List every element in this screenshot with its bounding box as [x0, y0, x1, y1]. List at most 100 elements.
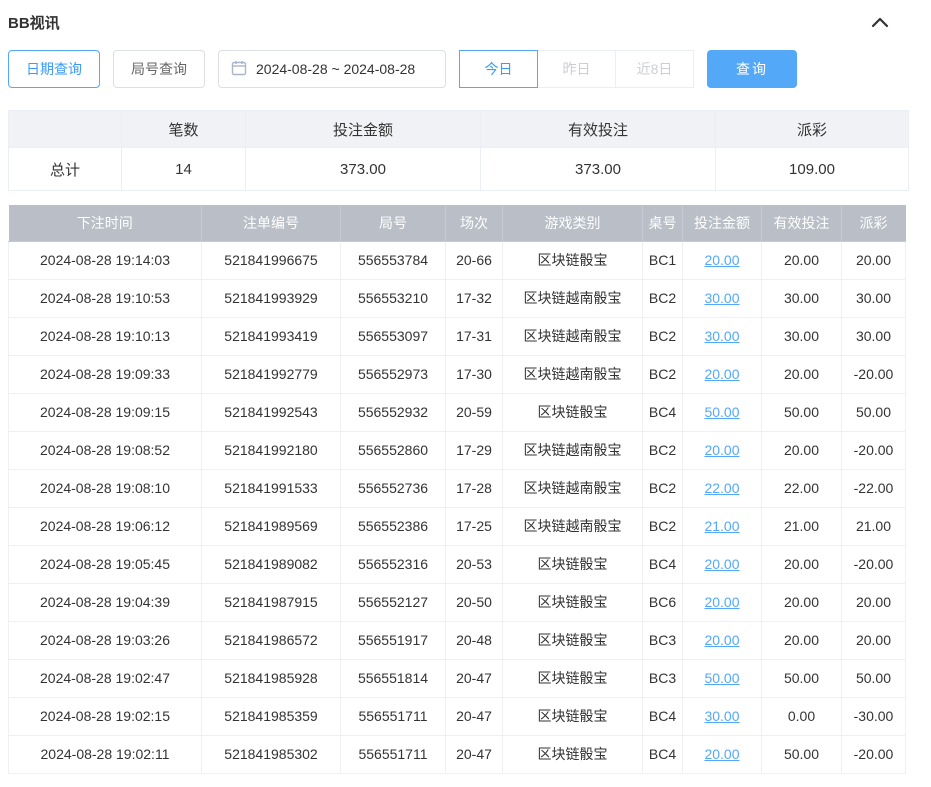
cell-bet-time: 2024-08-28 19:05:45: [9, 545, 202, 583]
bet-amount-link[interactable]: 30.00: [704, 290, 739, 306]
cell-round-id: 556552973: [341, 355, 446, 393]
cell-bet-amount: 20.00: [683, 735, 762, 773]
cell-order-id: 521841985302: [202, 735, 341, 773]
cell-bet-time: 2024-08-28 19:09:33: [9, 355, 202, 393]
table-row: 2024-08-28 19:08:52521841992180556552860…: [9, 431, 906, 469]
cell-session: 20-47: [446, 697, 503, 735]
cell-game-type: 区块链骰宝: [503, 659, 643, 697]
range-today-button[interactable]: 今日: [459, 50, 538, 88]
bet-amount-link[interactable]: 50.00: [704, 670, 739, 686]
cell-order-id: 521841993929: [202, 279, 341, 317]
cell-round-id: 556551711: [341, 697, 446, 735]
cell-session: 20-47: [446, 659, 503, 697]
cell-table-no: BC3: [643, 621, 683, 659]
cell-bet-amount: 30.00: [683, 279, 762, 317]
date-query-button[interactable]: 日期查询: [8, 50, 100, 88]
cell-payout: 20.00: [842, 241, 906, 279]
bet-table: 下注时间 注单编号 局号 场次 游戏类别 桌号 投注金额 有效投注 派彩 202…: [8, 205, 906, 774]
cell-game-type: 区块链骰宝: [503, 583, 643, 621]
table-row: 2024-08-28 19:09:15521841992543556552932…: [9, 393, 906, 431]
cell-round-id: 556552127: [341, 583, 446, 621]
header-bar: BB视讯: [8, 8, 923, 36]
date-range-input[interactable]: 2024-08-28 ~ 2024-08-28: [218, 50, 446, 88]
page-title: BB视讯: [8, 12, 60, 33]
summary-col-count: 笔数: [122, 111, 246, 148]
bet-amount-link[interactable]: 20.00: [704, 632, 739, 648]
cell-order-id: 521841989082: [202, 545, 341, 583]
cell-session: 20-50: [446, 583, 503, 621]
bet-amount-link[interactable]: 30.00: [704, 328, 739, 344]
cell-valid-bet: 20.00: [762, 431, 842, 469]
table-row: 2024-08-28 19:08:10521841991533556552736…: [9, 469, 906, 507]
cell-order-id: 521841987915: [202, 583, 341, 621]
cell-payout: -22.00: [842, 469, 906, 507]
bet-amount-link[interactable]: 20.00: [704, 746, 739, 762]
cell-payout: -20.00: [842, 545, 906, 583]
cell-valid-bet: 21.00: [762, 507, 842, 545]
cell-game-type: 区块链骰宝: [503, 735, 643, 773]
cell-table-no: BC2: [643, 469, 683, 507]
cell-order-id: 521841991533: [202, 469, 341, 507]
cell-payout: 50.00: [842, 393, 906, 431]
col-order-id: 注单编号: [202, 205, 341, 241]
round-query-button[interactable]: 局号查询: [113, 50, 205, 88]
cell-table-no: BC6: [643, 583, 683, 621]
table-row: 2024-08-28 19:10:13521841993419556553097…: [9, 317, 906, 355]
cell-session: 20-59: [446, 393, 503, 431]
cell-payout: 20.00: [842, 583, 906, 621]
cell-bet-time: 2024-08-28 19:09:15: [9, 393, 202, 431]
col-valid-bet: 有效投注: [762, 205, 842, 241]
table-row: 2024-08-28 19:02:11521841985302556551711…: [9, 735, 906, 773]
cell-bet-amount: 20.00: [683, 621, 762, 659]
cell-payout: -20.00: [842, 431, 906, 469]
calendar-icon: [231, 60, 247, 79]
summary-total-label: 总计: [9, 148, 122, 191]
collapse-button[interactable]: [867, 13, 893, 32]
cell-round-id: 556551917: [341, 621, 446, 659]
table-row: 2024-08-28 19:04:39521841987915556552127…: [9, 583, 906, 621]
bet-amount-link[interactable]: 22.00: [704, 480, 739, 496]
cell-payout: -20.00: [842, 735, 906, 773]
bet-amount-link[interactable]: 20.00: [704, 594, 739, 610]
cell-order-id: 521841989569: [202, 507, 341, 545]
summary-table: 笔数 投注金额 有效投注 派彩 总计 14 373.00 373.00 109.…: [8, 110, 909, 191]
cell-session: 20-48: [446, 621, 503, 659]
cell-session: 17-31: [446, 317, 503, 355]
cell-bet-amount: 50.00: [683, 393, 762, 431]
bet-amount-link[interactable]: 20.00: [704, 556, 739, 572]
bet-amount-link[interactable]: 50.00: [704, 404, 739, 420]
col-game-type: 游戏类别: [503, 205, 643, 241]
cell-table-no: BC2: [643, 317, 683, 355]
cell-game-type: 区块链越南骰宝: [503, 355, 643, 393]
bet-table-body: 2024-08-28 19:14:03521841996675556553784…: [9, 241, 906, 773]
cell-bet-amount: 20.00: [683, 241, 762, 279]
cell-bet-amount: 50.00: [683, 659, 762, 697]
cell-game-type: 区块链骰宝: [503, 621, 643, 659]
cell-round-id: 556551814: [341, 659, 446, 697]
cell-order-id: 521841996675: [202, 241, 341, 279]
col-payout: 派彩: [842, 205, 906, 241]
bet-amount-link[interactable]: 20.00: [704, 366, 739, 382]
cell-table-no: BC2: [643, 431, 683, 469]
bet-amount-link[interactable]: 30.00: [704, 708, 739, 724]
table-row: 2024-08-28 19:02:47521841985928556551814…: [9, 659, 906, 697]
range-yesterday-button[interactable]: 昨日: [537, 50, 616, 88]
range-last8days-button[interactable]: 近8日: [615, 50, 694, 88]
cell-valid-bet: 22.00: [762, 469, 842, 507]
bet-amount-link[interactable]: 20.00: [704, 252, 739, 268]
cell-bet-amount: 20.00: [683, 355, 762, 393]
cell-bet-amount: 20.00: [683, 583, 762, 621]
search-button[interactable]: 查询: [707, 50, 797, 88]
bet-amount-link[interactable]: 20.00: [704, 442, 739, 458]
table-row: 2024-08-28 19:02:15521841985359556551711…: [9, 697, 906, 735]
cell-valid-bet: 20.00: [762, 241, 842, 279]
cell-round-id: 556552316: [341, 545, 446, 583]
cell-bet-amount: 20.00: [683, 545, 762, 583]
bet-amount-link[interactable]: 21.00: [704, 518, 739, 534]
col-bet-time: 下注时间: [9, 205, 202, 241]
cell-order-id: 521841986572: [202, 621, 341, 659]
cell-bet-time: 2024-08-28 19:08:52: [9, 431, 202, 469]
table-row: 2024-08-28 19:05:45521841989082556552316…: [9, 545, 906, 583]
cell-valid-bet: 20.00: [762, 583, 842, 621]
cell-valid-bet: 20.00: [762, 621, 842, 659]
